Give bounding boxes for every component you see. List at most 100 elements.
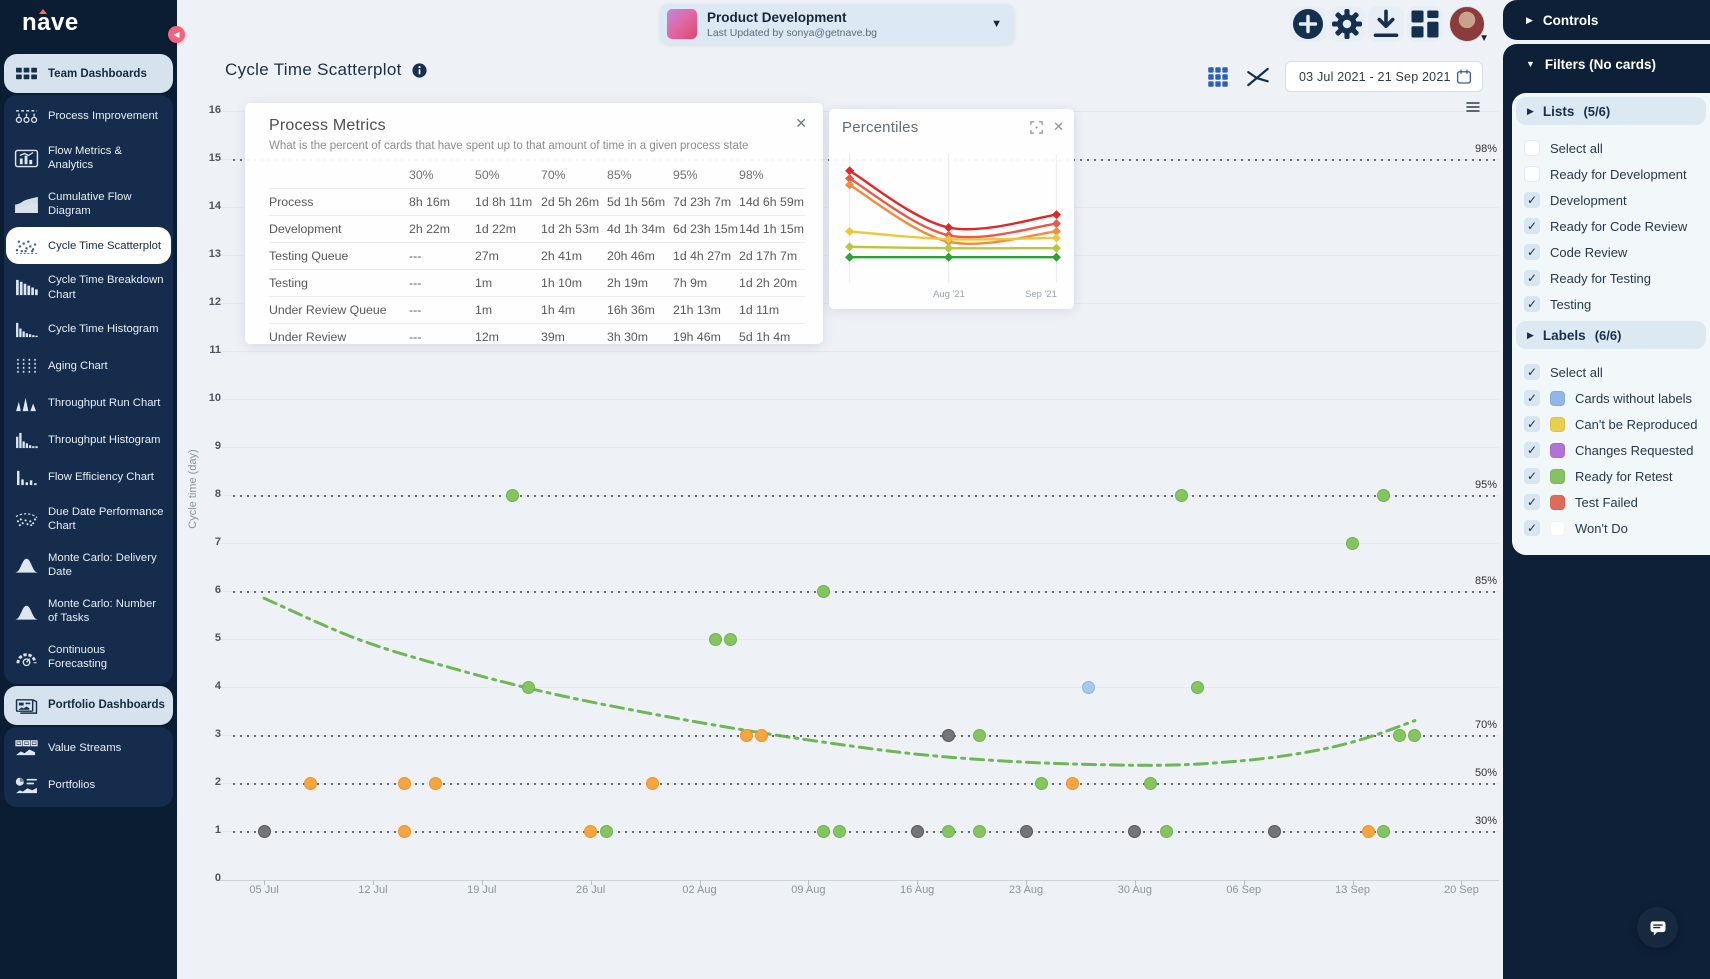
scatter-dot-green-dots[interactable] xyxy=(521,680,535,694)
lists-section-toggle[interactable]: ▶ Lists (5/6) xyxy=(1516,97,1706,125)
scatter-dot-green-dots[interactable] xyxy=(506,488,520,502)
filter-item[interactable]: ✓ Ready for Testing xyxy=(1524,265,1710,291)
board-selector[interactable]: Product Development Last Updated by sony… xyxy=(660,4,1014,44)
checkbox[interactable]: ✓ xyxy=(1524,442,1540,458)
filter-item[interactable]: Ready for Development xyxy=(1524,161,1710,187)
filters-section-toggle[interactable]: ▼ Filters (No cards) xyxy=(1503,44,1710,84)
scatter-view-icon[interactable] xyxy=(1245,64,1271,90)
filter-item[interactable]: ✓ Select all xyxy=(1524,359,1710,385)
export-button[interactable] xyxy=(1368,6,1404,42)
scatter-dot-orange-dots[interactable] xyxy=(304,776,318,790)
scatter-dot-orange-dots[interactable] xyxy=(397,824,411,838)
scatter-dot-gray-dots[interactable] xyxy=(1019,824,1033,838)
info-icon[interactable] xyxy=(411,62,428,79)
scatter-dot-orange-dots[interactable] xyxy=(397,776,411,790)
filter-item[interactable]: ✓ Code Review xyxy=(1524,239,1710,265)
checkbox[interactable]: ✓ xyxy=(1524,364,1540,380)
scatter-dot-green-dots[interactable] xyxy=(817,584,831,598)
scatter-dot-green-dots[interactable] xyxy=(1346,536,1360,550)
sidebar-item-cumulative-flow-diagram[interactable]: Cumulative Flow Diagram xyxy=(6,181,171,227)
scatter-dot-green-dots[interactable] xyxy=(972,728,986,742)
scatter-dot-green-dots[interactable] xyxy=(1392,728,1406,742)
scatter-dot-blue-dots[interactable] xyxy=(1081,680,1095,694)
scatter-dot-gray-dots[interactable] xyxy=(1268,824,1282,838)
sidebar-item-due-date-performance-chart[interactable]: Due Date Performance Chart xyxy=(6,496,171,542)
scatter-dot-green-dots[interactable] xyxy=(1143,776,1157,790)
filter-item[interactable]: ✓ Development xyxy=(1524,187,1710,213)
user-menu[interactable]: ▼ xyxy=(1449,6,1489,44)
scatter-dot-green-dots[interactable] xyxy=(1190,680,1204,694)
sidebar-item-flow-metrics-analytics[interactable]: Flow Metrics & Analytics xyxy=(6,135,171,181)
checkbox[interactable]: ✓ xyxy=(1524,520,1540,536)
checkbox[interactable]: ✓ xyxy=(1524,416,1540,432)
sidebar-collapse-button[interactable]: ◀ xyxy=(168,26,185,43)
scatter-dot-orange-dots[interactable] xyxy=(755,728,769,742)
scatter-dot-green-dots[interactable] xyxy=(1377,824,1391,838)
chart-menu-icon[interactable] xyxy=(1463,99,1483,115)
scatter-dot-green-dots[interactable] xyxy=(1377,488,1391,502)
sidebar-item-process-improvement[interactable]: Process Improvement xyxy=(6,98,171,135)
filter-item[interactable]: ✓ Won't Do xyxy=(1524,515,1710,541)
scatter-dot-gray-dots[interactable] xyxy=(910,824,924,838)
sidebar-item-value-streams[interactable]: Value Streams xyxy=(6,730,171,767)
scatter-dot-green-dots[interactable] xyxy=(1175,488,1189,502)
checkbox[interactable] xyxy=(1524,166,1540,182)
scatter-dot-gray-dots[interactable] xyxy=(1128,824,1142,838)
sidebar-item-aging-chart[interactable]: Aging Chart xyxy=(6,348,171,385)
checkbox[interactable]: ✓ xyxy=(1524,390,1540,406)
checkbox[interactable]: ✓ xyxy=(1524,270,1540,286)
scatter-dot-green-dots[interactable] xyxy=(708,632,722,646)
scatter-dot-orange-dots[interactable] xyxy=(646,776,660,790)
filter-item[interactable]: ✓ Changes Requested xyxy=(1524,437,1710,463)
sidebar-item-flow-efficiency-chart[interactable]: Flow Efficiency Chart xyxy=(6,459,171,496)
sidebar-item-continuous-forecasting[interactable]: Continuous Forecasting xyxy=(6,634,171,680)
sidebar-item-monte-carlo-delivery-date[interactable]: Monte Carlo: Delivery Date xyxy=(6,542,171,588)
scatter-dot-green-dots[interactable] xyxy=(832,824,846,838)
filter-item[interactable]: ✓ Cards without labels xyxy=(1524,385,1710,411)
chat-button[interactable] xyxy=(1637,907,1678,948)
checkbox[interactable]: ✓ xyxy=(1524,468,1540,484)
sidebar-item-monte-carlo-number-of-tasks[interactable]: Monte Carlo: Number of Tasks xyxy=(6,588,171,634)
date-range-picker[interactable]: 03 Jul 2021 - 21 Sep 2021 xyxy=(1285,61,1483,92)
scatter-dot-green-dots[interactable] xyxy=(817,824,831,838)
sidebar-item-team-dashboards[interactable]: Team Dashboards xyxy=(4,54,173,93)
dashboards-button[interactable] xyxy=(1407,6,1443,42)
close-icon[interactable]: ✕ xyxy=(795,115,807,132)
checkbox[interactable]: ✓ xyxy=(1524,218,1540,234)
settings-button[interactable] xyxy=(1329,6,1365,42)
checkbox[interactable]: ✓ xyxy=(1524,494,1540,510)
scatter-dot-green-dots[interactable] xyxy=(724,632,738,646)
scatter-dot-orange-dots[interactable] xyxy=(1066,776,1080,790)
scatter-dot-orange-dots[interactable] xyxy=(1361,824,1375,838)
sidebar-item-portfolio-dashboards[interactable]: Portfolio Dashboards xyxy=(4,685,173,725)
scatter-dot-orange-dots[interactable] xyxy=(584,824,598,838)
filter-item[interactable]: ✓ Can't be Reproduced xyxy=(1524,411,1710,437)
scatter-dot-green-dots[interactable] xyxy=(972,824,986,838)
sidebar-item-cycle-time-breakdown-chart[interactable]: Cycle Time Breakdown Chart xyxy=(6,264,171,310)
scatter-dot-orange-dots[interactable] xyxy=(428,776,442,790)
filter-item[interactable]: ✓ Ready for Code Review xyxy=(1524,213,1710,239)
scatter-dot-green-dots[interactable] xyxy=(1035,776,1049,790)
add-button[interactable] xyxy=(1290,6,1326,42)
grid-view-icon[interactable] xyxy=(1205,64,1231,90)
filter-item[interactable]: ✓ Ready for Retest xyxy=(1524,463,1710,489)
filter-item[interactable]: ✓ Test Failed xyxy=(1524,489,1710,515)
scatter-dot-green-dots[interactable] xyxy=(1159,824,1173,838)
labels-section-toggle[interactable]: ▶ Labels (6/6) xyxy=(1516,321,1706,349)
scatter-dot-orange-dots[interactable] xyxy=(739,728,753,742)
scatter-dot-green-dots[interactable] xyxy=(599,824,613,838)
scatter-dot-green-dots[interactable] xyxy=(941,824,955,838)
scatter-dot-gray-dots[interactable] xyxy=(941,728,955,742)
checkbox[interactable]: ✓ xyxy=(1524,192,1540,208)
filter-item[interactable]: Select all xyxy=(1524,135,1710,161)
filter-item[interactable]: ✓ Testing xyxy=(1524,291,1710,317)
controls-section-toggle[interactable]: ▶ Controls xyxy=(1503,0,1598,40)
scatter-dot-gray-dots[interactable] xyxy=(257,824,271,838)
sidebar-item-cycle-time-scatterplot[interactable]: Cycle Time Scatterplot xyxy=(6,227,171,265)
checkbox[interactable]: ✓ xyxy=(1524,244,1540,260)
sidebar-item-cycle-time-histogram[interactable]: Cycle Time Histogram xyxy=(6,311,171,348)
checkbox[interactable]: ✓ xyxy=(1524,296,1540,312)
sidebar-item-throughput-run-chart[interactable]: Throughput Run Chart xyxy=(6,385,171,422)
sidebar-item-portfolios[interactable]: Portfolios xyxy=(6,767,171,804)
sidebar-item-throughput-histogram[interactable]: Throughput Histogram xyxy=(6,422,171,459)
